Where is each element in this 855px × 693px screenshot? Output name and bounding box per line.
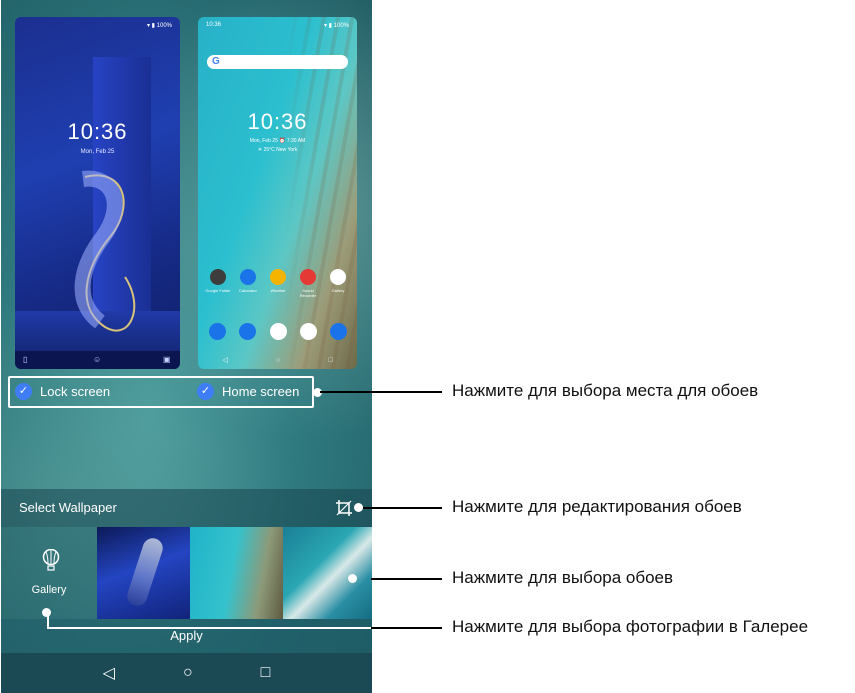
wallpaper-ribbon — [74, 170, 136, 332]
folder-icon — [210, 269, 226, 285]
app-label: Google Folder — [205, 288, 231, 293]
callout-line — [320, 391, 442, 393]
vibrate-icon: ▯ — [23, 355, 28, 364]
callout-gallery: Нажмите для выбора фотографии в Галерее — [452, 617, 809, 636]
callout-place: Нажмите для выбора места для обоев — [452, 381, 759, 400]
chrome-icon — [299, 323, 317, 340]
balloon-icon — [42, 549, 60, 571]
callout-line — [363, 507, 442, 509]
lock-clock: 10:36 — [67, 119, 128, 144]
select-wallpaper-bar: Select Wallpaper — [1, 489, 372, 527]
lock-screen-checkbox[interactable]: ✓ Lock screen — [15, 383, 110, 400]
gallery-icon — [330, 269, 346, 285]
app-gallery: Gallery — [324, 269, 352, 298]
apply-button[interactable]: Apply — [1, 619, 372, 653]
home-date: Mon, Feb 25 ⏰ 7:30 AM — [249, 138, 306, 144]
recents-icon: □ — [328, 356, 333, 364]
home-weather: ☀ 25°C New York — [257, 147, 298, 153]
google-search-bar: G — [207, 55, 348, 69]
app-label: Weather — [270, 288, 286, 293]
app-calculator: Calculator — [234, 269, 262, 298]
calculator-icon — [240, 269, 256, 285]
face-icon: ☺ — [93, 355, 102, 364]
callout-line — [371, 578, 442, 580]
status-bar: 10:36 ▾ ▮ 100% — [206, 22, 349, 29]
home-screen-label: Home screen — [222, 384, 300, 399]
lock-bottom-bar: ▯ ☺ ▣ — [15, 351, 180, 369]
camera-icon: ▣ — [163, 355, 171, 364]
app-sound-recorder: Sound Recorder — [294, 269, 322, 298]
wallpaper-thumbnail[interactable] — [190, 527, 283, 619]
callout-dot — [354, 503, 363, 512]
back-icon: ◁ — [222, 357, 228, 364]
app-weather: Weather — [264, 269, 292, 298]
callout-dot — [348, 574, 357, 583]
callout-line — [371, 627, 442, 629]
wallpaper-target-selector: ✓ Lock screen ✓ Home screen — [8, 376, 314, 408]
status-time: 10:36 — [206, 22, 222, 28]
lock-screen-label: Lock screen — [40, 384, 111, 399]
weather-icon — [270, 269, 286, 285]
app-label: Gallery — [331, 288, 345, 293]
callout-choose: Нажмите для выбора обоев — [452, 568, 674, 587]
microphone-icon — [300, 269, 316, 285]
home-screen-preview[interactable]: 10:36 ▾ ▮ 100% G 10:36 Mon, Feb 25 ⏰ 7:3… — [198, 17, 357, 369]
select-wallpaper-label: Select Wallpaper — [19, 500, 117, 515]
google-icon: G — [212, 56, 220, 67]
app-label: Calculator — [238, 288, 257, 293]
check-icon: ✓ — [15, 383, 32, 400]
app-label: Sound Recorder — [299, 288, 317, 298]
lock-date: Mon, Feb 25 — [80, 149, 115, 155]
app-dock — [204, 323, 352, 340]
back-icon[interactable]: ◁ — [103, 663, 115, 683]
gallery-label: Gallery — [31, 584, 67, 596]
home-clock: 10:36 — [247, 109, 308, 134]
phone-screen: ▾ ▮ 100% 10:36 Mon, Feb 25 ▯ ☺ ▣ 10:36 ▾… — [1, 0, 372, 693]
system-nav-bar: ◁ ○ □ — [1, 653, 372, 693]
play-store-icon — [269, 323, 287, 340]
home-icon: ○ — [275, 356, 281, 364]
status-icons: ▾ ▮ 100% — [324, 23, 349, 29]
status-bar: ▾ ▮ 100% — [147, 23, 172, 29]
callout-edit: Нажмите для редактирования обоев — [452, 497, 742, 516]
gallery-button[interactable]: Gallery — [1, 527, 97, 619]
home-icon[interactable]: ○ — [183, 664, 193, 682]
crop-icon[interactable] — [336, 500, 352, 516]
wallpaper-thumbnail[interactable] — [97, 527, 190, 619]
app-google-folder: Google Folder — [204, 269, 232, 298]
home-screen-checkbox[interactable]: ✓ Home screen — [197, 383, 299, 400]
wallpaper-thumbnail[interactable] — [283, 527, 372, 619]
app-row: Google Folder Calculator Weather Sound R… — [204, 269, 352, 298]
check-icon: ✓ — [197, 383, 214, 400]
messages-icon — [239, 323, 257, 340]
preview-nav-bar: ◁ ○ □ — [198, 351, 357, 369]
lock-screen-preview[interactable]: ▾ ▮ 100% 10:36 Mon, Feb 25 ▯ ☺ ▣ — [15, 17, 180, 369]
phone-icon — [209, 323, 226, 340]
callout-dot — [42, 608, 51, 617]
recents-icon[interactable]: □ — [261, 664, 271, 682]
camera-icon — [330, 323, 347, 340]
wallpaper-thumbnails: Gallery — [1, 527, 372, 619]
callout-connector — [47, 627, 372, 629]
